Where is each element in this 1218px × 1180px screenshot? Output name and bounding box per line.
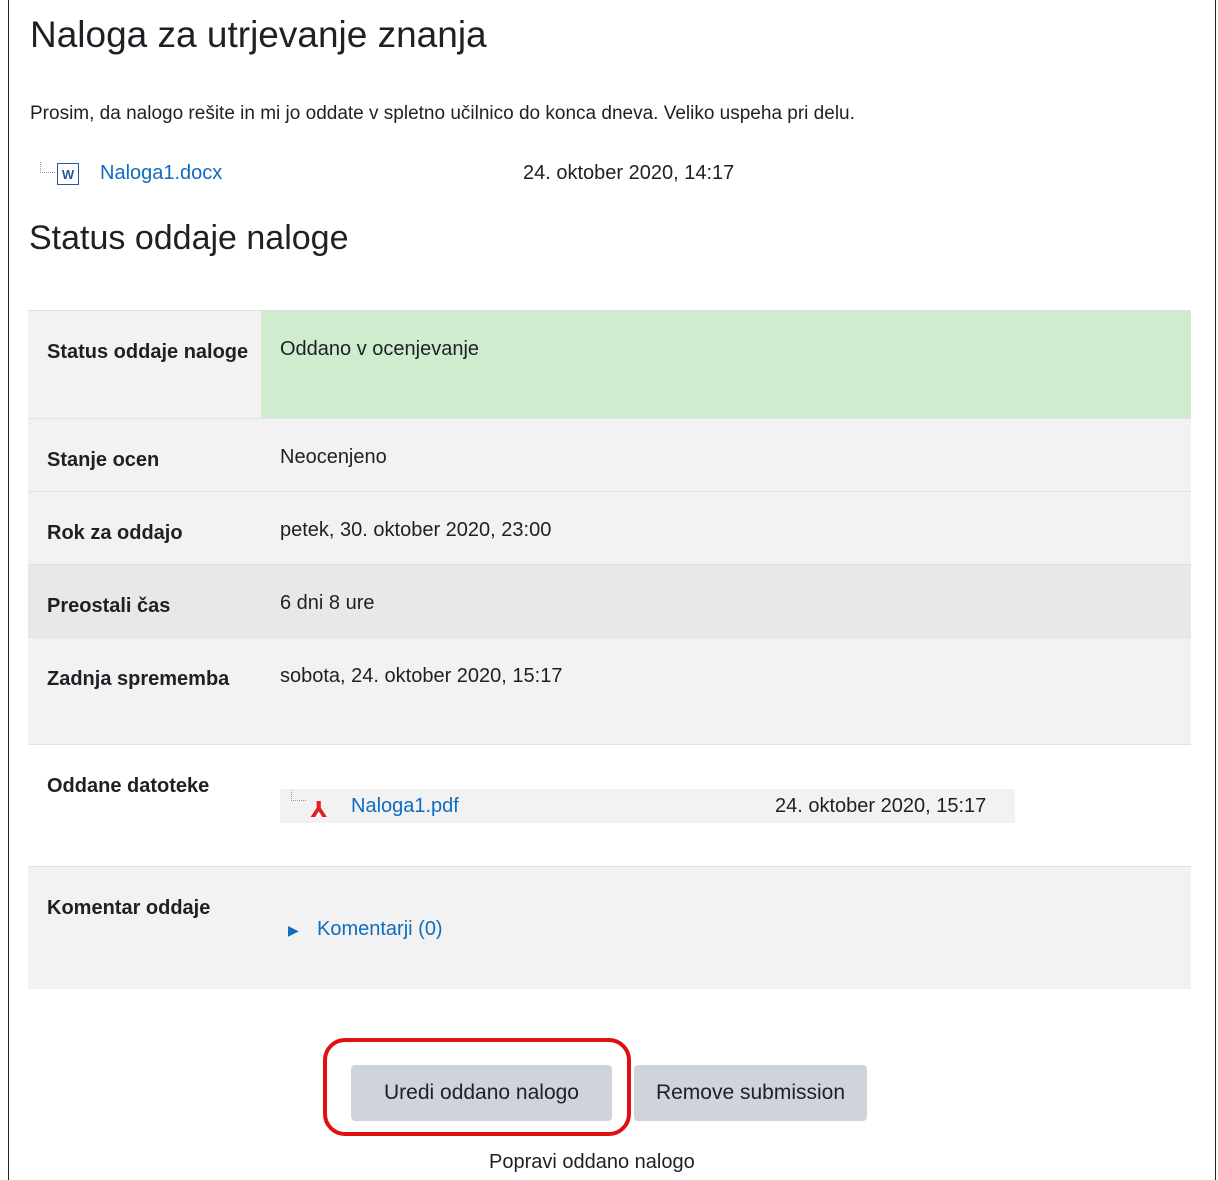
page-title: Naloga za utrjevanje znanja — [30, 14, 487, 55]
remove-submission-button[interactable]: Remove submission — [634, 1065, 867, 1121]
submission-status-table: Status oddaje naloge Oddano v ocenjevanj… — [28, 310, 1191, 989]
table-row: Preostali čas 6 dni 8 ure — [28, 564, 1191, 638]
word-document-icon: W — [57, 163, 79, 185]
time-remaining-value: 6 dni 8 ure — [261, 564, 1191, 638]
table-row: Komentar oddaje — [28, 866, 1191, 989]
submitted-file-link[interactable]: Naloga1.pdf — [351, 795, 459, 818]
attachment-date: 24. oktober 2020, 14:17 — [523, 162, 735, 184]
table-row: Stanje ocen Neocenjeno — [28, 418, 1191, 492]
comments-link[interactable]: Komentarji (0) — [317, 918, 443, 941]
submission-status-value: Oddano v ocenjevanje — [261, 310, 1191, 419]
due-date-value: petek, 30. oktober 2020, 23:00 — [261, 491, 1191, 565]
attachment-link[interactable]: Naloga1.docx — [100, 162, 222, 185]
submitted-file-date: 24. oktober 2020, 15:17 — [775, 795, 987, 817]
tree-connector — [291, 790, 306, 801]
row-label: Status oddaje naloge — [28, 310, 261, 419]
edit-submission-button[interactable]: Uredi oddano nalogo — [351, 1065, 612, 1121]
table-row: Zadnja sprememba sobota, 24. oktober 202… — [28, 637, 1191, 745]
assignment-intro: Prosim, da nalogo rešite in mi jo oddate… — [30, 103, 855, 124]
grading-status-value: Neocenjeno — [261, 418, 1191, 492]
tree-connector — [40, 162, 55, 173]
annotation-caption: Popravi oddano nalogo — [489, 1151, 695, 1173]
pdf-icon: ⅄ — [310, 797, 328, 822]
table-row: Rok za oddajo petek, 30. oktober 2020, 2… — [28, 491, 1191, 565]
row-label: Stanje ocen — [28, 418, 261, 492]
row-label: Preostali čas — [28, 564, 261, 638]
section-title: Status oddaje naloge — [29, 219, 349, 257]
table-row: Status oddaje naloge Oddano v ocenjevanj… — [28, 310, 1191, 419]
last-modified-value: sobota, 24. oktober 2020, 15:17 — [261, 637, 1191, 745]
row-label: Rok za oddajo — [28, 491, 261, 565]
row-label: Oddane datoteke — [28, 744, 261, 867]
expand-triangle-icon[interactable]: ▶ — [288, 922, 299, 939]
row-label: Komentar oddaje — [28, 866, 261, 989]
row-label: Zadnja sprememba — [28, 637, 261, 745]
